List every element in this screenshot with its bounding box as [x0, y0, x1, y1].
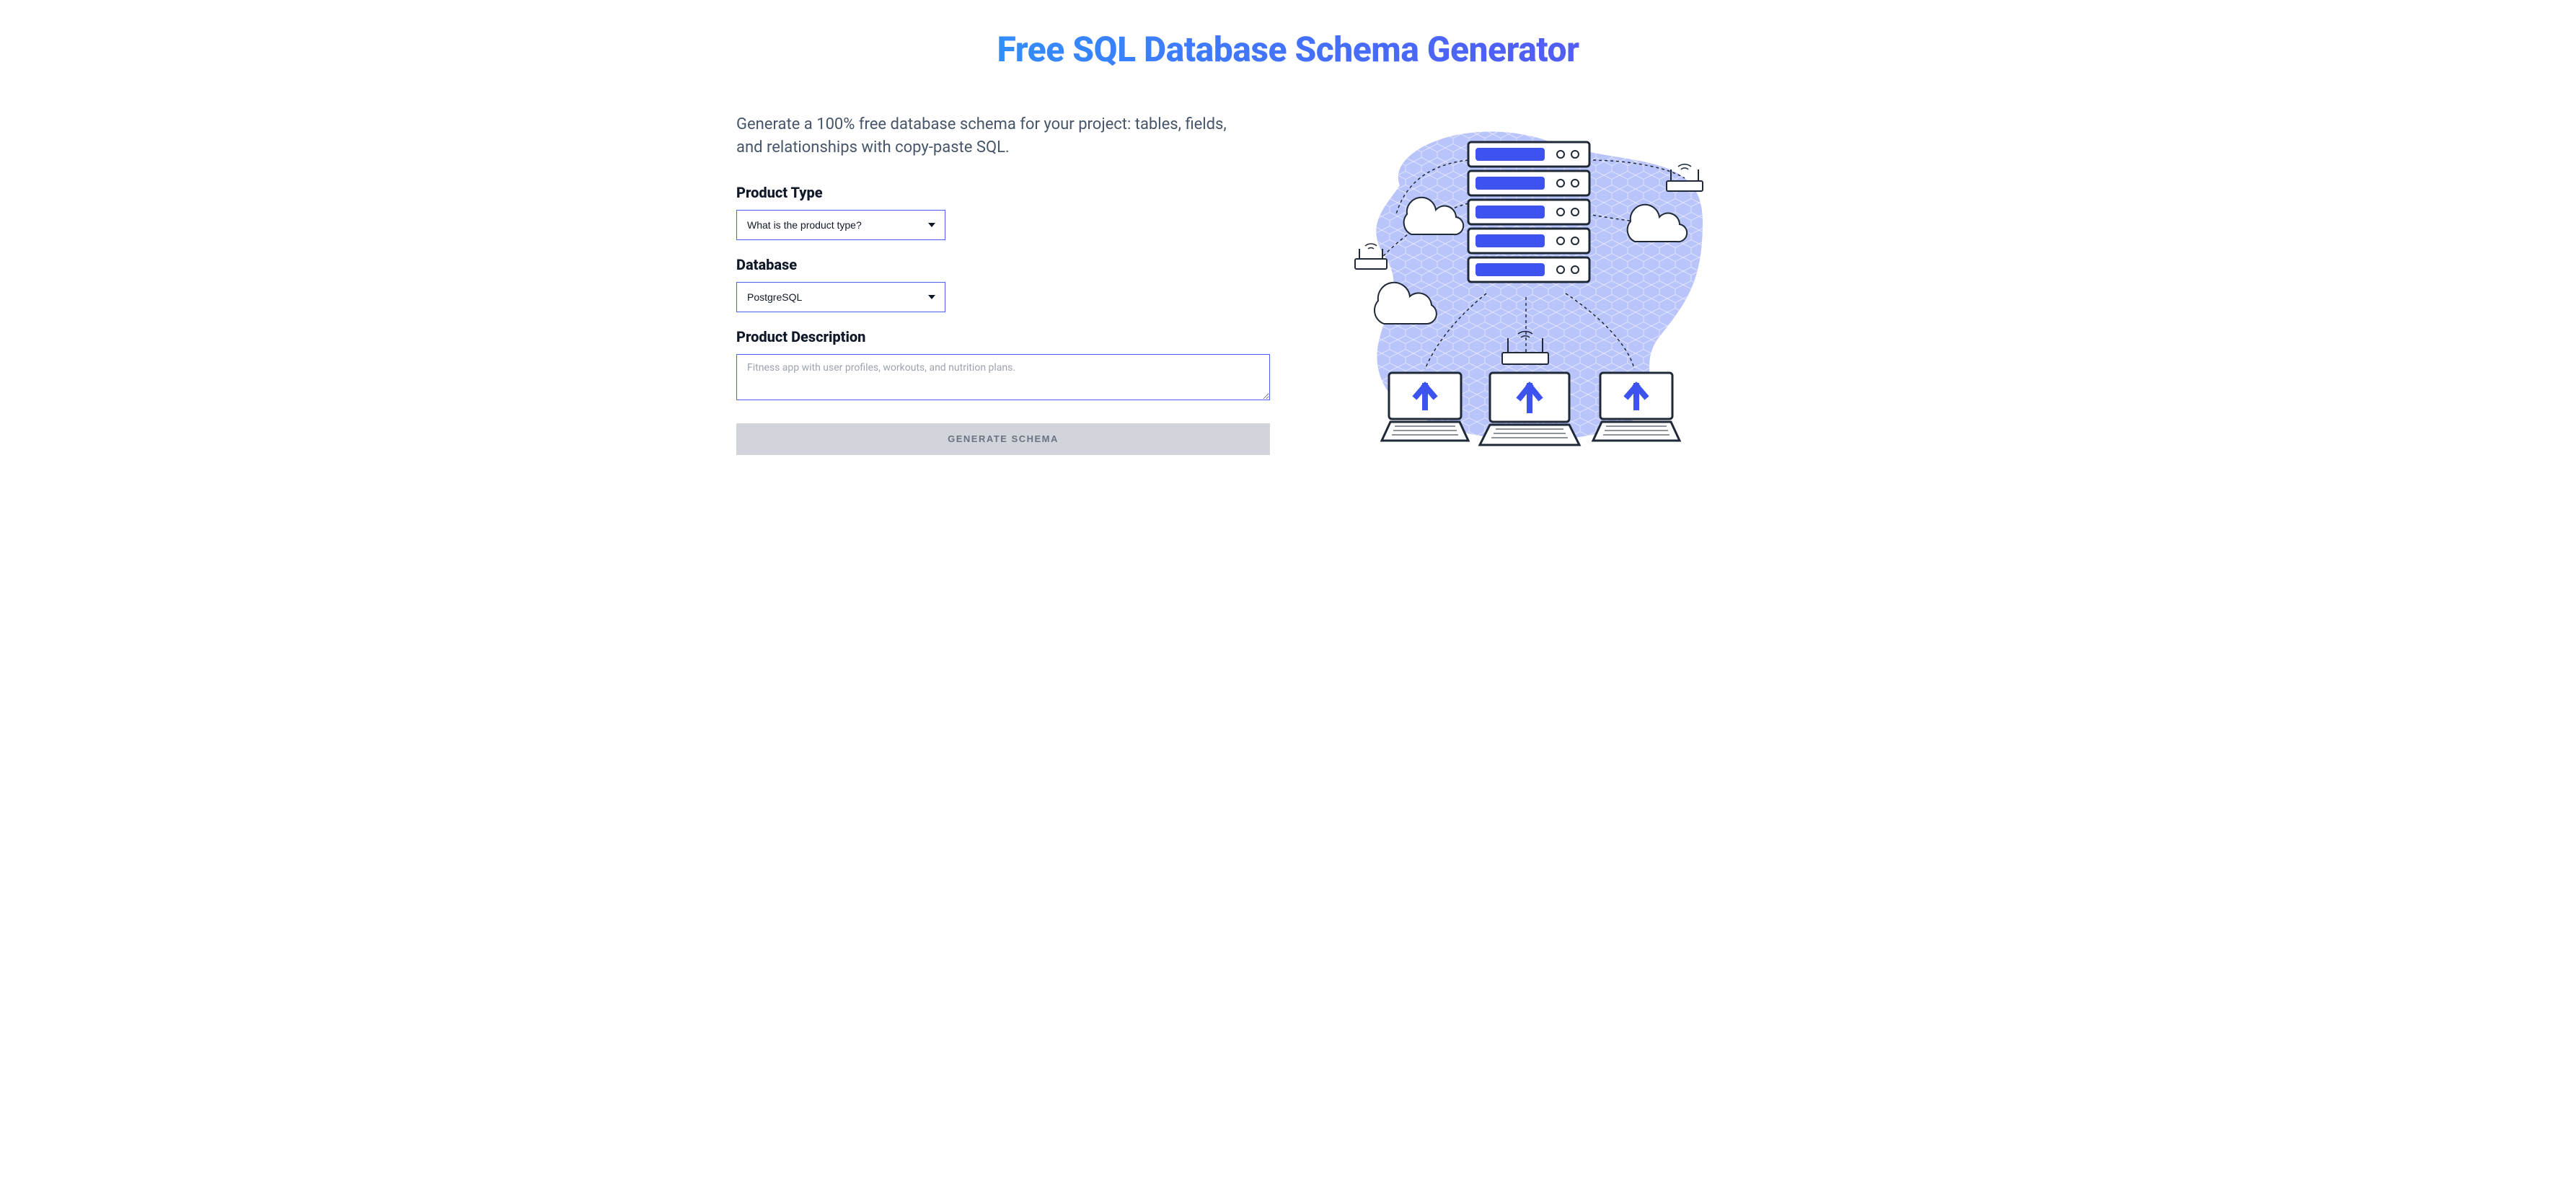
product-type-select[interactable]: What is the product type? [736, 210, 945, 240]
database-label: Database [736, 256, 1313, 273]
laptop-upload-icon [1593, 373, 1680, 441]
product-type-label: Product Type [736, 184, 1313, 201]
product-description-label: Product Description [736, 328, 1313, 345]
laptop-upload-icon [1480, 373, 1579, 445]
database-select-wrap: PostgreSQL [736, 282, 945, 312]
server-stack-icon [1468, 142, 1589, 282]
page-title: Free SQL Database Schema Generator [736, 29, 1840, 70]
content-row: Generate a 100% free database schema for… [736, 113, 1840, 455]
product-type-select-wrap: What is the product type? [736, 210, 945, 240]
intro-text: Generate a 100% free database schema for… [736, 113, 1256, 159]
server-network-illustration-icon [1342, 120, 1717, 452]
illustration-column [1342, 113, 1717, 452]
product-description-input[interactable] [736, 354, 1270, 400]
product-description-wrap [736, 354, 1270, 403]
form-column: Generate a 100% free database schema for… [736, 113, 1313, 455]
database-select[interactable]: PostgreSQL [736, 282, 945, 312]
laptop-upload-icon [1382, 373, 1468, 441]
generate-schema-button[interactable]: GENERATE SCHEMA [736, 423, 1270, 455]
